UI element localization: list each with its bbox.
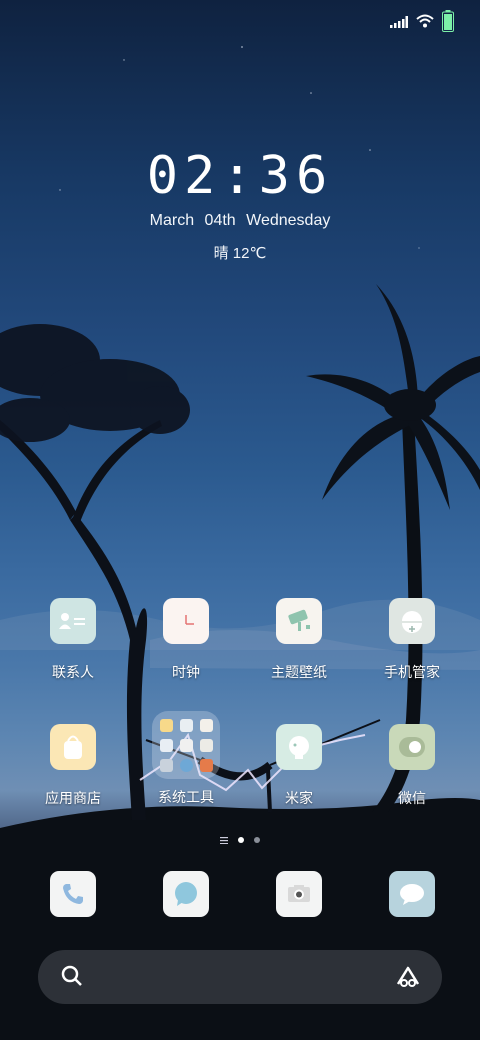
- mini-app-icon: [159, 738, 173, 752]
- page-dot: [254, 837, 260, 843]
- app-label: 时钟: [172, 664, 200, 680]
- battery-icon: [442, 10, 454, 37]
- phone-icon: [50, 871, 96, 917]
- app-label: 主题壁纸: [271, 664, 327, 680]
- dock-phone[interactable]: [23, 871, 123, 917]
- themes-icon: [276, 598, 322, 644]
- dock-camera[interactable]: [249, 871, 349, 917]
- wechat-icon: [389, 724, 435, 770]
- app-wechat[interactable]: 微信: [362, 724, 462, 808]
- dock-browser[interactable]: [362, 871, 462, 917]
- mini-app-icon: [159, 718, 173, 732]
- app-mi-home[interactable]: 米家: [249, 724, 349, 808]
- security-icon: [389, 598, 435, 644]
- clock-date: March 04th Wednesday: [149, 212, 331, 229]
- mini-app-icon: [179, 758, 193, 772]
- clock-icon: [163, 598, 209, 644]
- app-label: 手机管家: [384, 664, 440, 680]
- mini-app-icon: [199, 758, 213, 772]
- status-bar: [390, 10, 454, 37]
- assistant-icon[interactable]: [394, 962, 422, 995]
- app-security[interactable]: 手机管家: [362, 598, 462, 682]
- search-icon: [60, 964, 84, 993]
- app-label: 联系人: [52, 664, 94, 680]
- page-indicator[interactable]: [0, 831, 480, 849]
- mini-app-icon: [199, 738, 213, 752]
- mini-app-icon: [159, 758, 173, 772]
- mini-app-icon: [199, 718, 213, 732]
- browser-icon: [389, 871, 435, 917]
- app-clock[interactable]: 时钟: [136, 598, 236, 682]
- app-label: 系统工具: [158, 789, 214, 805]
- app-themes[interactable]: 主题壁纸: [249, 598, 349, 682]
- mini-app-icon: [179, 718, 193, 732]
- app-store[interactable]: 应用商店: [23, 724, 123, 808]
- wifi-icon: [416, 14, 434, 33]
- signal-icon: [390, 15, 408, 33]
- dock-messages[interactable]: [136, 871, 236, 917]
- app-label: 微信: [398, 790, 426, 806]
- page-list-icon: [220, 831, 228, 849]
- page-dot-active: [238, 837, 244, 843]
- search-bar[interactable]: [38, 950, 442, 1004]
- messages-icon: [163, 871, 209, 917]
- app-label: 米家: [285, 790, 313, 806]
- app-contacts[interactable]: 联系人: [23, 598, 123, 682]
- camera-icon: [276, 871, 322, 917]
- clock-time: 02:36: [146, 146, 334, 206]
- mi-home-icon: [276, 724, 322, 770]
- mini-app-icon: [179, 738, 193, 752]
- app-store-icon: [50, 724, 96, 770]
- weather-text: 晴 12℃: [213, 245, 267, 262]
- folder-system-tools[interactable]: 系统工具: [136, 711, 236, 807]
- folder-icon: [152, 711, 220, 779]
- app-label: 应用商店: [45, 790, 101, 806]
- clock-widget[interactable]: 02:36 March 04th Wednesday 晴 12℃: [0, 146, 480, 263]
- contacts-icon: [50, 598, 96, 644]
